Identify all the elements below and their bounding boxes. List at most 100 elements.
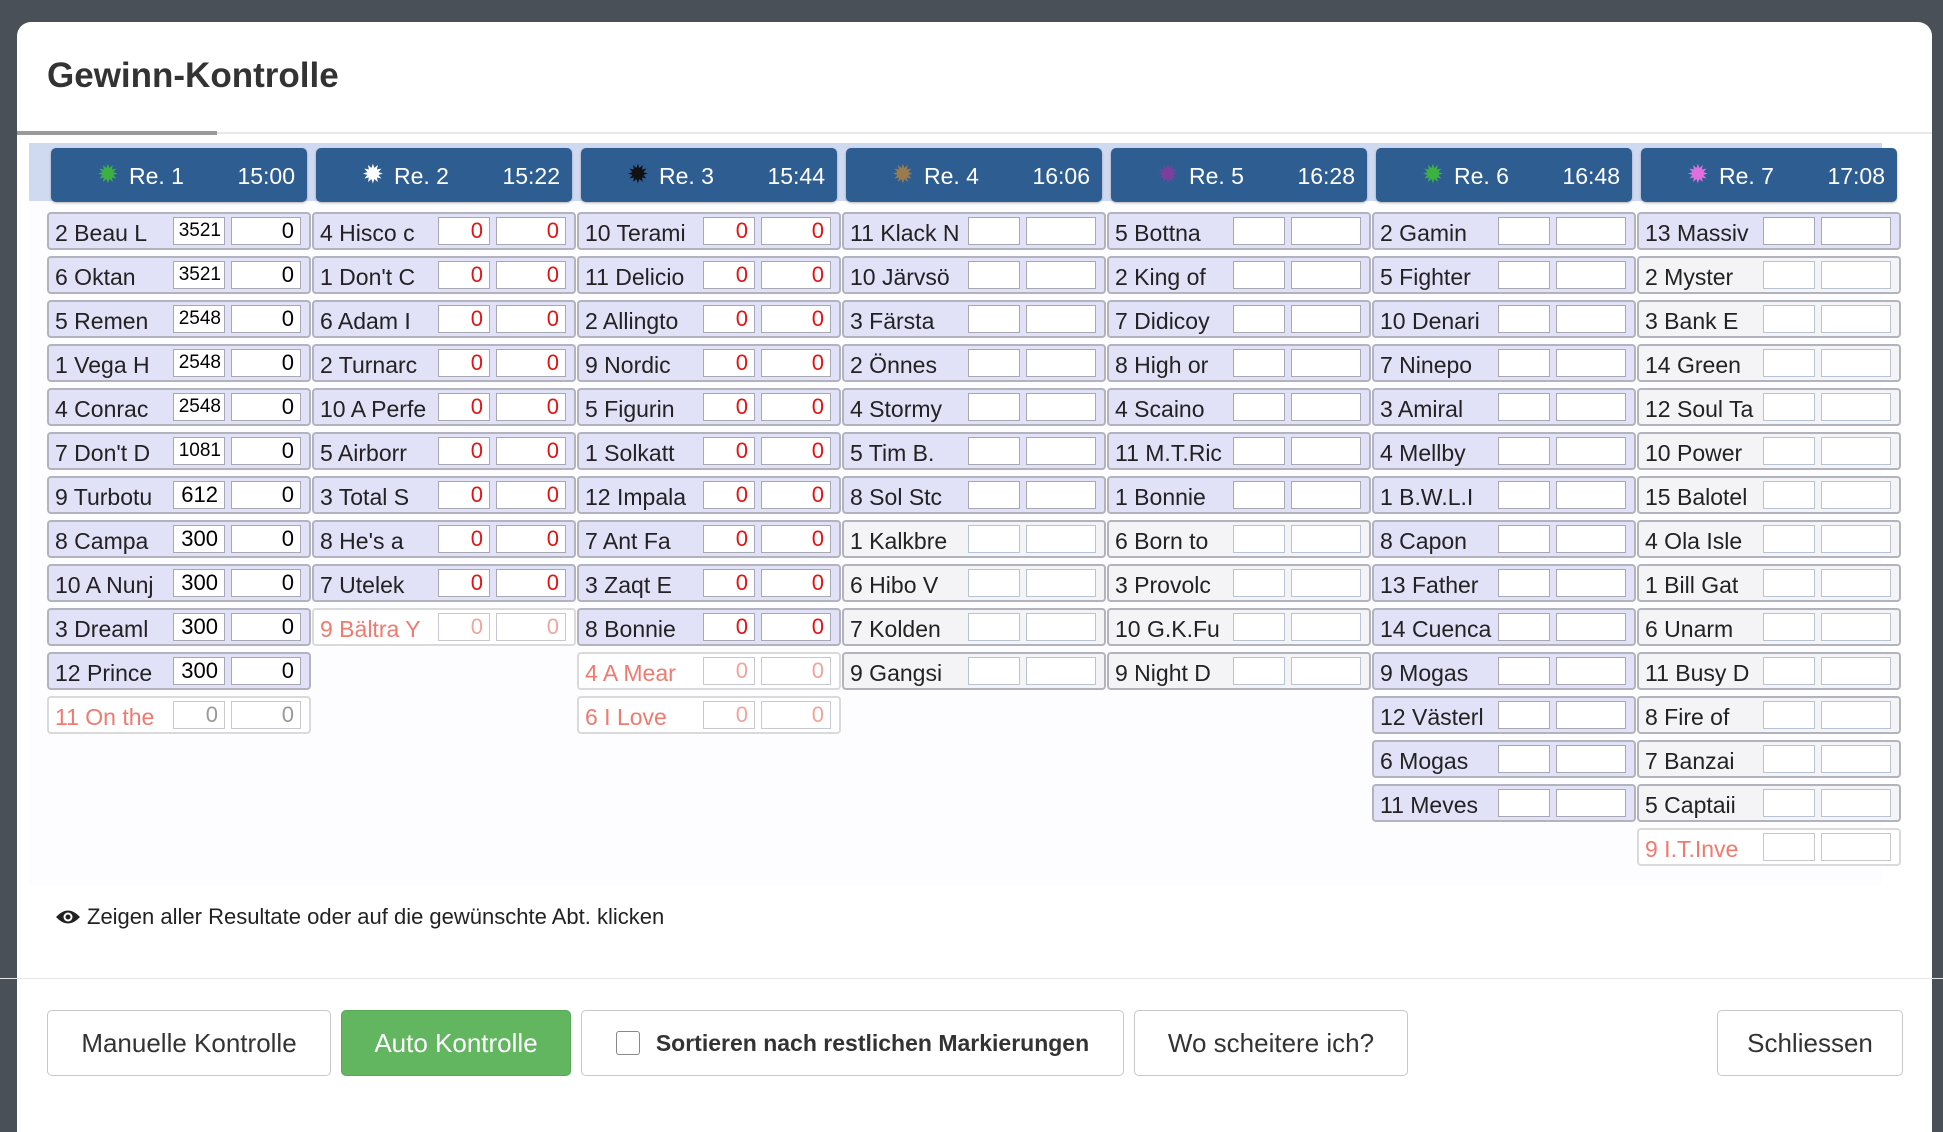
horse-row[interactable]: 13 Massiv (1637, 212, 1901, 250)
horse-row[interactable]: 6 Hibo V (842, 564, 1106, 602)
horse-row[interactable]: 6 Unarm (1637, 608, 1901, 646)
horse-row[interactable]: 15 Balotel (1637, 476, 1901, 514)
horse-row[interactable]: 3 Provolc (1107, 564, 1371, 602)
horse-row[interactable]: 8 Capon (1372, 520, 1636, 558)
horse-row[interactable]: 7 Banzai (1637, 740, 1901, 778)
horse-row[interactable]: 1 Don't C 00 (312, 256, 576, 294)
horse-row[interactable]: 4 Conrac 2548 0 (47, 388, 311, 426)
horse-row[interactable]: 5 Fighter (1372, 256, 1636, 294)
horse-row[interactable]: 7 Utelek 0 0 (312, 564, 576, 602)
horse-row[interactable]: 4 Scaino (1107, 388, 1371, 426)
horse-row[interactable]: 3 Total S 00 (312, 476, 576, 514)
close-button[interactable]: Schliessen (1717, 1010, 1903, 1076)
horse-row[interactable]: 5 Figurin 0 0 (577, 388, 841, 426)
horse-row[interactable]: 8 Fire of (1637, 696, 1901, 734)
horse-row[interactable]: 1 Vega H 2548 0 (47, 344, 311, 382)
horse-row[interactable]: 5 Bottna (1107, 212, 1371, 250)
horse-row[interactable]: 7 Ant Fa 0 0 (577, 520, 841, 558)
horse-row[interactable]: 8 Campa 300 0 (47, 520, 311, 558)
horse-row[interactable]: 12 Impala 0 0 (577, 476, 841, 514)
race-header[interactable]: ✹ Re. 7 17:08 (1641, 148, 1897, 202)
horse-row[interactable]: 10 Järvsö (842, 256, 1106, 294)
sort-remaining-toggle[interactable]: Sortieren nach restlichen Markierungen (581, 1010, 1124, 1076)
horse-row[interactable]: 4 Stormy (842, 388, 1106, 426)
horse-row[interactable]: 4 A Mear 0 0 (577, 652, 841, 690)
horse-row[interactable]: 10 A Perfe 0 0 (312, 388, 576, 426)
horse-row[interactable]: 6 Born to (1107, 520, 1371, 558)
horse-row[interactable]: 11 Busy D (1637, 652, 1901, 690)
horse-row[interactable]: 1 Kalkbre (842, 520, 1106, 558)
horse-row[interactable]: 10 G.K.Fu (1107, 608, 1371, 646)
horse-row[interactable]: 6 Adam I 00 (312, 300, 576, 338)
horse-row[interactable]: 8 He's a 00 (312, 520, 576, 558)
horse-row[interactable]: 1 B.W.L.I (1372, 476, 1636, 514)
horse-row[interactable]: 8 Sol Stc (842, 476, 1106, 514)
horse-row[interactable]: 7 Kolden (842, 608, 1106, 646)
horse-row[interactable]: 10 Denari (1372, 300, 1636, 338)
horse-row[interactable]: 2 Turnarc 0 0 (312, 344, 576, 382)
horse-row[interactable]: 2 King of (1107, 256, 1371, 294)
race-header[interactable]: ✹ Re. 2 15:22 (316, 148, 572, 202)
horse-row[interactable]: 7 Ninepo (1372, 344, 1636, 382)
horse-row[interactable]: 10 Terami 0 0 (577, 212, 841, 250)
horse-row[interactable]: 7 Don't D 1081 0 (47, 432, 311, 470)
race-header[interactable]: ✹ Re. 5 16:28 (1111, 148, 1367, 202)
race-header[interactable]: ✹ Re. 4 16:06 (846, 148, 1102, 202)
horse-row[interactable]: 9 Nordic 0 0 (577, 344, 841, 382)
horse-row[interactable]: 14 Cuenca (1372, 608, 1636, 646)
horse-row[interactable]: 5 Captaii (1637, 784, 1901, 822)
horse-row[interactable]: 2 Allingto 0 0 (577, 300, 841, 338)
horse-row[interactable]: 4 Ola Isle (1637, 520, 1901, 558)
horse-row[interactable]: 5 Tim B. (842, 432, 1106, 470)
horse-row[interactable]: 12 Västerl (1372, 696, 1636, 734)
horse-row[interactable]: 1 Solkatt 0 0 (577, 432, 841, 470)
horse-row[interactable]: 3 Dreaml 300 0 (47, 608, 311, 646)
horse-row[interactable]: 5 Airborr 0 0 (312, 432, 576, 470)
horse-row[interactable]: 5 Remen 2548 0 (47, 300, 311, 338)
horse-row[interactable]: 7 Didicoy (1107, 300, 1371, 338)
horse-row[interactable]: 11 On the 0 0 (47, 696, 311, 734)
horse-row[interactable]: 2 Önnes (842, 344, 1106, 382)
horse-row[interactable]: 6 Mogas (1372, 740, 1636, 778)
horse-row[interactable]: 9 I.T.Inve (1637, 828, 1901, 866)
horse-row[interactable]: 6 I Love 0 0 (577, 696, 841, 734)
where-fail-button[interactable]: Wo scheitere ich? (1134, 1010, 1408, 1076)
horse-row[interactable]: 11 M.T.Ric (1107, 432, 1371, 470)
horse-row[interactable]: 6 Oktan 3521 0 (47, 256, 311, 294)
manual-check-button[interactable]: Manuelle Kontrolle (47, 1010, 331, 1076)
horse-row[interactable]: 9 Gangsi (842, 652, 1106, 690)
horse-row[interactable]: 14 Green (1637, 344, 1901, 382)
horse-row[interactable]: 9 Mogas (1372, 652, 1636, 690)
horse-row[interactable]: 12 Prince 300 0 (47, 652, 311, 690)
horse-row[interactable]: 3 Färsta (842, 300, 1106, 338)
race-header[interactable]: ✹ Re. 6 16:48 (1376, 148, 1632, 202)
horse-row[interactable]: 1 Bonnie (1107, 476, 1371, 514)
horse-row[interactable]: 9 Turbotu 612 0 (47, 476, 311, 514)
auto-check-button[interactable]: Auto Kontrolle (341, 1010, 571, 1076)
horse-row[interactable]: 11 Meves (1372, 784, 1636, 822)
horse-row[interactable]: 2 Myster (1637, 256, 1901, 294)
horse-row[interactable]: 4 Mellby (1372, 432, 1636, 470)
horse-row[interactable]: 2 Gamin (1372, 212, 1636, 250)
horse-row[interactable]: 2 Beau L 3521 0 (47, 212, 311, 250)
horse-row[interactable]: 8 Bonnie 0 0 (577, 608, 841, 646)
horse-row[interactable]: 9 Bältra Y 00 (312, 608, 576, 646)
horse-row[interactable]: 3 Zaqt E 00 (577, 564, 841, 602)
horse-row[interactable]: 12 Soul Ta (1637, 388, 1901, 426)
horse-row[interactable]: 8 High or (1107, 344, 1371, 382)
info-line[interactable]: Zeigen aller Resultate oder auf die gewü… (55, 904, 664, 932)
race-header[interactable]: ✹ Re. 1 15:00 (51, 148, 307, 202)
horse-row[interactable]: 10 Power (1637, 432, 1901, 470)
horse-row[interactable]: 13 Father (1372, 564, 1636, 602)
horse-row[interactable]: 3 Amiral (1372, 388, 1636, 426)
horse-row[interactable]: 11 Delicio 0 0 (577, 256, 841, 294)
horse-row[interactable]: 9 Night D (1107, 652, 1371, 690)
horse-row[interactable]: 11 Klack N (842, 212, 1106, 250)
horse-row[interactable]: 1 Bill Gat (1637, 564, 1901, 602)
horse-row[interactable]: 4 Hisco c 00 (312, 212, 576, 250)
horse-row[interactable]: 3 Bank E (1637, 300, 1901, 338)
horse-name: 1 Don't C (320, 264, 416, 290)
horse-row[interactable]: 10 A Nunj 300 0 (47, 564, 311, 602)
sort-checkbox[interactable] (615, 1031, 640, 1055)
race-header[interactable]: ✹ Re. 3 15:44 (581, 148, 837, 202)
